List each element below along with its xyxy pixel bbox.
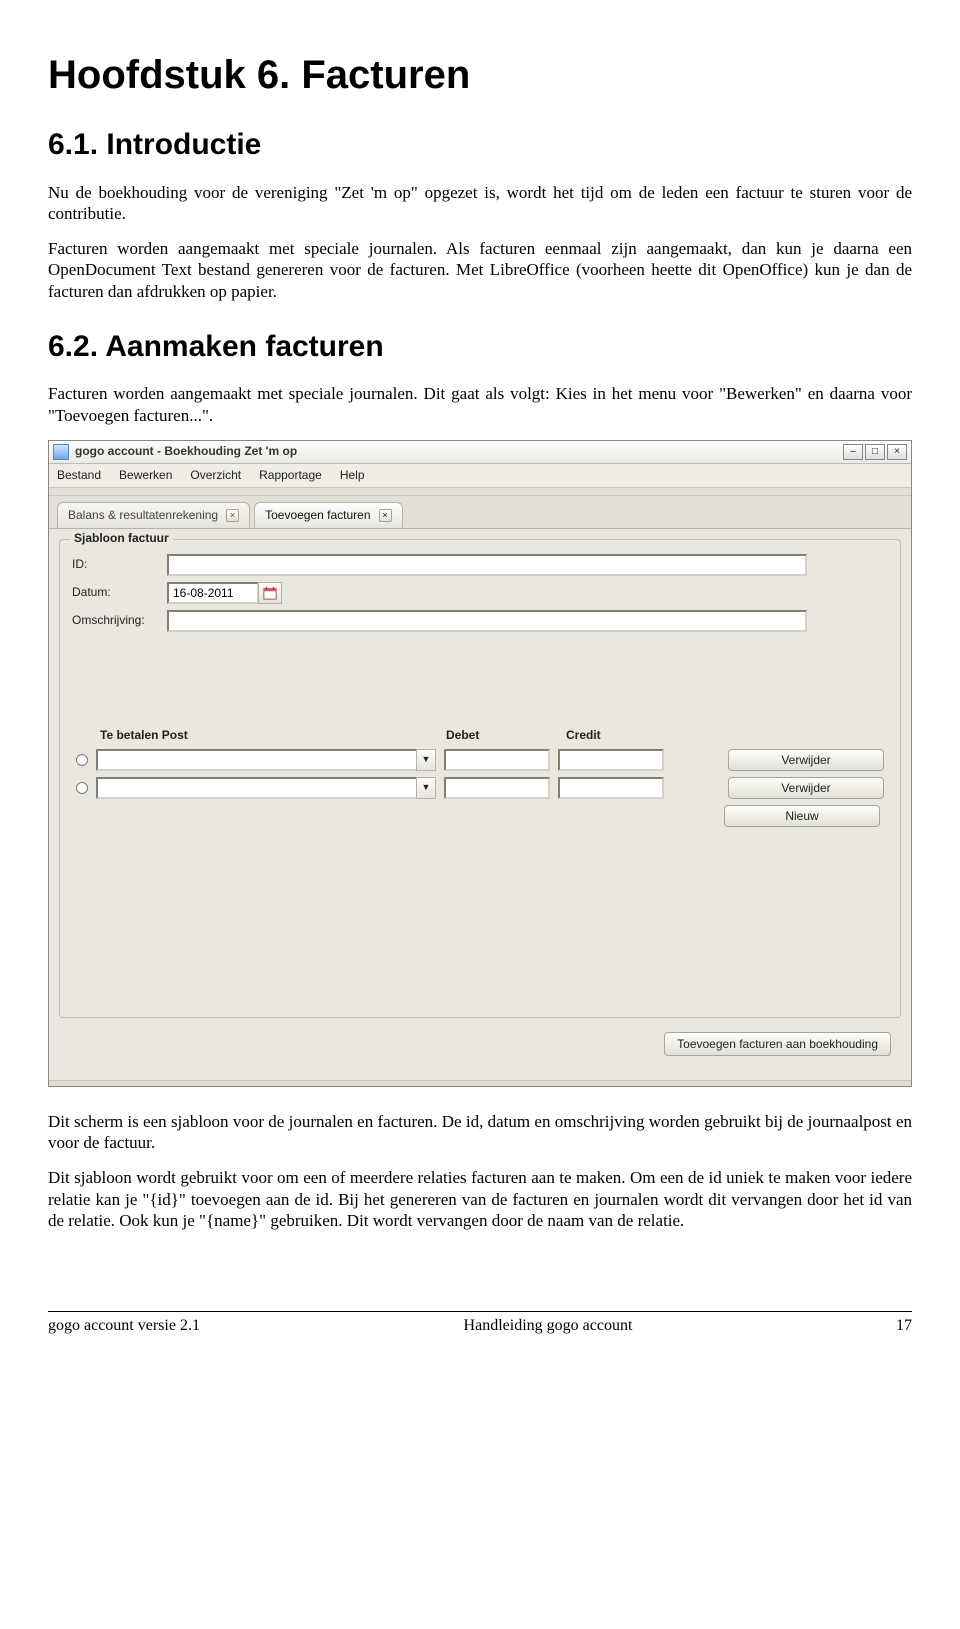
row-radio[interactable] <box>76 782 88 794</box>
minimize-button[interactable]: – <box>843 444 863 460</box>
tabstrip: Balans & resultatenrekening × Toevoegen … <box>49 496 911 528</box>
verwijder-button[interactable]: Verwijder <box>728 749 884 771</box>
tab-close-icon[interactable]: × <box>226 509 239 522</box>
menu-rapportage[interactable]: Rapportage <box>259 468 322 483</box>
menu-bestand[interactable]: Bestand <box>57 468 101 483</box>
groupbox-title: Sjabloon factuur <box>70 531 173 546</box>
groupbox-sjabloon-factuur: Sjabloon factuur ID: Datum: <box>59 539 901 1018</box>
section-6-2-title: 6.2. Aanmaken facturen <box>48 328 912 366</box>
chapter-title: Hoofdstuk 6. Facturen <box>48 50 912 100</box>
menu-overzicht[interactable]: Overzicht <box>190 468 241 483</box>
post-combo[interactable]: ▼ <box>96 749 436 771</box>
chevron-down-icon[interactable]: ▼ <box>416 777 436 799</box>
submit-button[interactable]: Toevoegen facturen aan boekhouding <box>664 1032 891 1056</box>
date-picker-button[interactable] <box>258 582 282 604</box>
tab-label: Balans & resultatenrekening <box>68 508 218 523</box>
chevron-down-icon[interactable]: ▼ <box>416 749 436 771</box>
page-footer: gogo account versie 2.1 Handleiding gogo… <box>48 1311 912 1336</box>
window-title: gogo account - Boekhouding Zet 'm op <box>75 444 297 459</box>
app-window: gogo account - Boekhouding Zet 'm op – □… <box>48 440 912 1087</box>
id-field[interactable] <box>167 554 807 576</box>
footer-left: gogo account versie 2.1 <box>48 1316 200 1336</box>
post-input[interactable] <box>96 749 416 771</box>
post-input[interactable] <box>96 777 416 799</box>
footer-right: 17 <box>896 1316 912 1336</box>
titlebar: gogo account - Boekhouding Zet 'm op – □… <box>49 441 911 464</box>
menubar: Bestand Bewerken Overzicht Rapportage He… <box>49 464 911 488</box>
header-post: Te betalen Post <box>76 728 446 743</box>
verwijder-button[interactable]: Verwijder <box>728 777 884 799</box>
workarea: Sjabloon factuur ID: Datum: <box>49 528 911 1080</box>
column-headers: Te betalen Post Debet Credit <box>72 728 888 749</box>
menu-bewerken[interactable]: Bewerken <box>119 468 172 483</box>
section-6-1-p1: Nu de boekhouding voor de vereniging "Ze… <box>48 182 912 225</box>
footer-center: Handleiding gogo account <box>464 1316 633 1336</box>
nieuw-button[interactable]: Nieuw <box>724 805 880 827</box>
section-6-2-p1: Facturen worden aangemaakt met speciale … <box>48 383 912 426</box>
debet-input[interactable] <box>444 749 550 771</box>
app-icon <box>53 444 69 460</box>
tab-balans[interactable]: Balans & resultatenrekening × <box>57 502 250 528</box>
datum-field[interactable] <box>167 582 259 604</box>
after-p2: Dit sjabloon wordt gebruikt voor om een … <box>48 1167 912 1231</box>
tab-label: Toevoegen facturen <box>265 508 370 523</box>
after-p1: Dit scherm is een sjabloon voor de journ… <box>48 1111 912 1154</box>
post-row: ▼ Verwijder <box>76 777 884 799</box>
label-datum: Datum: <box>72 585 167 600</box>
tab-close-icon[interactable]: × <box>379 509 392 522</box>
status-strip <box>49 1080 911 1086</box>
omschrijving-field[interactable] <box>167 610 807 632</box>
post-combo[interactable]: ▼ <box>96 777 436 799</box>
label-omschrijving: Omschrijving: <box>72 613 167 628</box>
close-button[interactable]: × <box>887 444 907 460</box>
header-debet: Debet <box>446 728 566 743</box>
post-row: ▼ Verwijder <box>76 749 884 771</box>
header-credit: Credit <box>566 728 686 743</box>
label-id: ID: <box>72 557 167 572</box>
section-6-1-p2: Facturen worden aangemaakt met speciale … <box>48 238 912 302</box>
maximize-button[interactable]: □ <box>865 444 885 460</box>
credit-input[interactable] <box>558 749 664 771</box>
debet-input[interactable] <box>444 777 550 799</box>
section-6-1-title: 6.1. Introductie <box>48 126 912 164</box>
tab-toevoegen-facturen[interactable]: Toevoegen facturen × <box>254 502 402 528</box>
row-radio[interactable] <box>76 754 88 766</box>
toolbar-spacer <box>49 488 911 496</box>
calendar-icon <box>263 586 277 600</box>
menu-help[interactable]: Help <box>340 468 365 483</box>
credit-input[interactable] <box>558 777 664 799</box>
